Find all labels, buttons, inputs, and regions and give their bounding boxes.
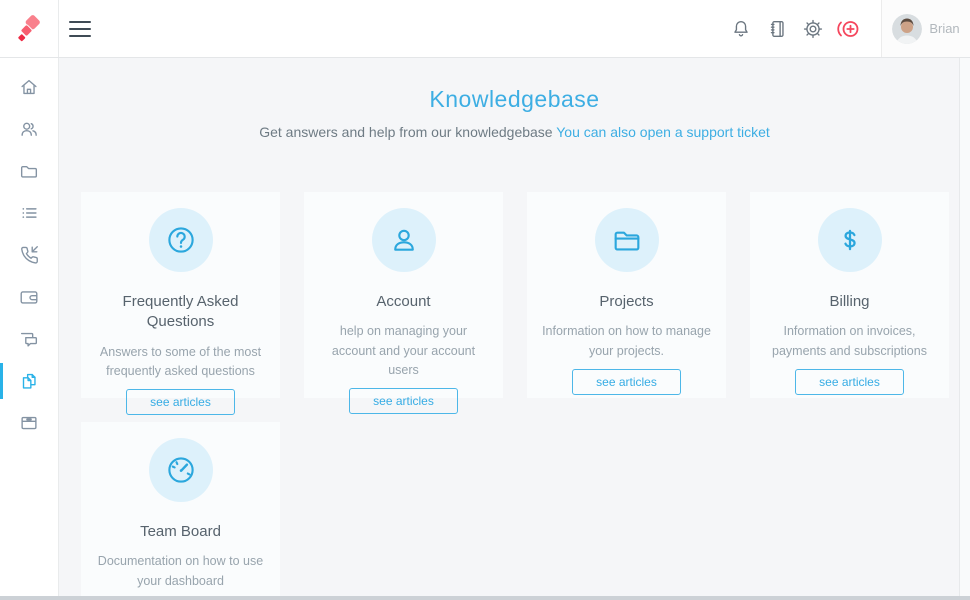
card-title: Team Board bbox=[95, 522, 266, 542]
sidebar bbox=[0, 58, 59, 596]
hamburger-menu-button[interactable] bbox=[59, 11, 105, 47]
notebook-icon[interactable] bbox=[759, 11, 795, 47]
card-title: Billing bbox=[764, 292, 935, 312]
top-header: Brian bbox=[0, 0, 970, 58]
list-icon bbox=[18, 202, 40, 224]
question-icon bbox=[149, 208, 213, 272]
horizontal-scrollbar[interactable] bbox=[0, 596, 970, 600]
card-description: help on managing your account and your a… bbox=[318, 322, 489, 380]
sidebar-item-home[interactable] bbox=[0, 66, 58, 108]
card-team-board: Team Board Documentation on how to use y… bbox=[81, 422, 280, 596]
card-title: Projects bbox=[541, 292, 712, 312]
folder-icon bbox=[18, 160, 40, 182]
sidebar-item-payments[interactable] bbox=[0, 276, 58, 318]
sidebar-item-contacts[interactable] bbox=[0, 108, 58, 150]
gear-icon[interactable] bbox=[795, 11, 831, 47]
card-faq: Frequently Asked Questions Answers to so… bbox=[81, 192, 280, 398]
active-indicator bbox=[0, 363, 3, 399]
vertical-scrollbar[interactable] bbox=[959, 58, 970, 596]
card-title: Account bbox=[318, 292, 489, 312]
logo-icon bbox=[14, 14, 44, 44]
card-description: Answers to some of the most frequently a… bbox=[95, 343, 266, 382]
see-articles-button[interactable]: see articles bbox=[572, 369, 681, 395]
bell-icon[interactable] bbox=[723, 11, 759, 47]
sidebar-item-calls[interactable] bbox=[0, 234, 58, 276]
open-support-ticket-link[interactable]: You can also open a support ticket bbox=[556, 124, 770, 140]
person-icon bbox=[372, 208, 436, 272]
archive-icon bbox=[18, 412, 40, 434]
sidebar-item-tasks[interactable] bbox=[0, 192, 58, 234]
see-articles-button[interactable]: see articles bbox=[795, 369, 904, 395]
card-projects: Projects Information on how to manage yo… bbox=[527, 192, 726, 398]
main-content: Knowledgebase Get answers and help from … bbox=[59, 58, 970, 596]
card-billing: Billing Information on invoices, payment… bbox=[750, 192, 949, 398]
dollar-icon bbox=[818, 208, 882, 272]
card-description: Documentation on how to use your dashboa… bbox=[95, 552, 266, 591]
sidebar-item-archive[interactable] bbox=[0, 402, 58, 444]
card-account: Account help on managing your account an… bbox=[304, 192, 503, 398]
add-circle-icon[interactable] bbox=[831, 11, 867, 47]
page-subtitle: Get answers and help from our knowledgeb… bbox=[259, 124, 552, 140]
home-icon bbox=[18, 76, 40, 98]
app-logo[interactable] bbox=[0, 0, 59, 57]
users-icon bbox=[18, 118, 40, 140]
page-title: Knowledgebase bbox=[59, 86, 970, 113]
card-description: Information on how to manage your projec… bbox=[541, 322, 712, 361]
avatar bbox=[892, 14, 922, 44]
pages-icon bbox=[18, 370, 40, 392]
kb-cards-grid: Frequently Asked Questions Answers to so… bbox=[81, 192, 970, 596]
sidebar-item-messages[interactable] bbox=[0, 318, 58, 360]
sidebar-item-projects[interactable] bbox=[0, 150, 58, 192]
chat-icon bbox=[18, 328, 40, 350]
folder-icon bbox=[595, 208, 659, 272]
user-name: Brian bbox=[929, 21, 959, 36]
wallet-icon bbox=[18, 286, 40, 308]
user-menu[interactable]: Brian bbox=[881, 0, 970, 57]
phone-incoming-icon bbox=[18, 244, 40, 266]
speedometer-icon bbox=[149, 438, 213, 502]
card-description: Information on invoices, payments and su… bbox=[764, 322, 935, 361]
see-articles-button[interactable]: see articles bbox=[126, 389, 235, 415]
card-title: Frequently Asked Questions bbox=[95, 292, 266, 333]
see-articles-button[interactable]: see articles bbox=[349, 388, 458, 414]
sidebar-item-knowledgebase[interactable] bbox=[0, 360, 58, 402]
